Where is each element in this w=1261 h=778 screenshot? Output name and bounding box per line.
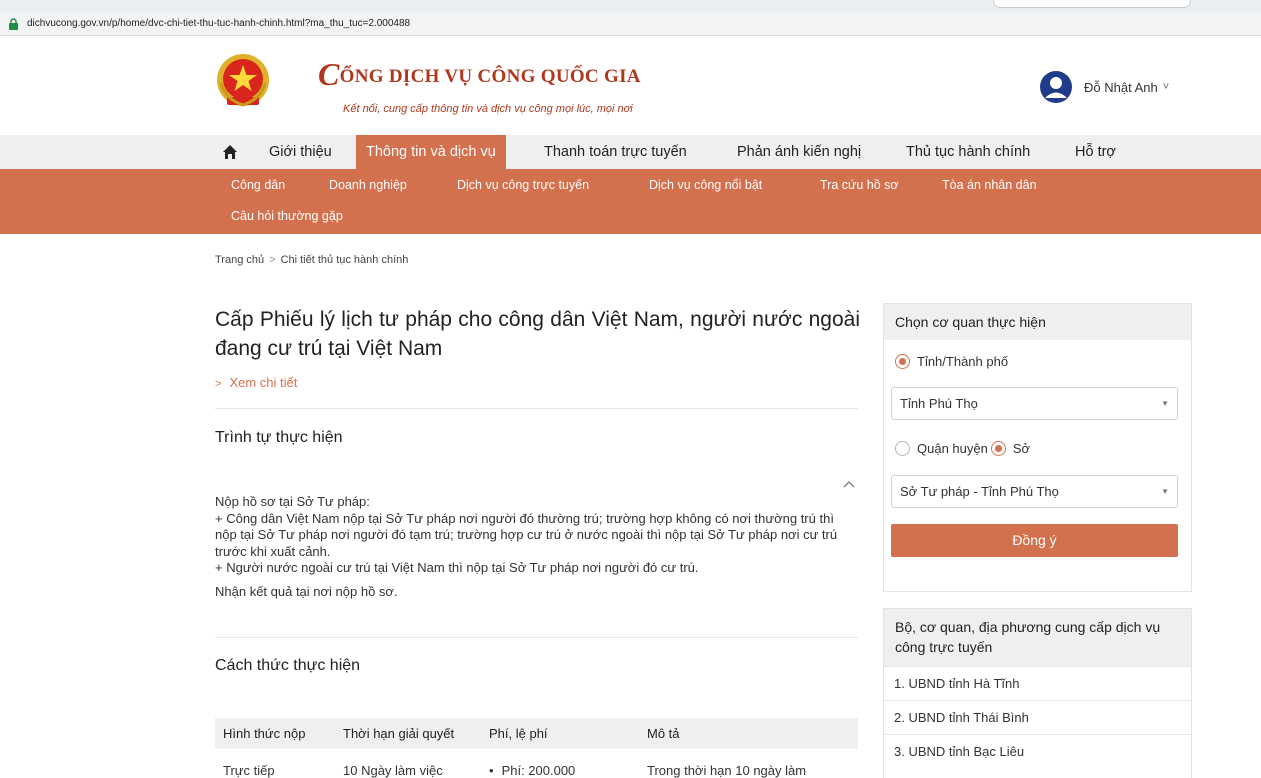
see-detail-label: Xem chi tiết [229, 375, 298, 390]
lock-icon [8, 17, 19, 30]
agency-selector-panel: Chọn cơ quan thực hiện Tỉnh/Thành phố Tỉ… [883, 303, 1192, 592]
steps-content: Nộp hồ sơ tại Sở Tư pháp: + Công dân Việ… [215, 494, 855, 600]
caret-down-icon: ▼ [1161, 399, 1169, 408]
breadcrumb-current: Chi tiết thủ tục hành chính [280, 254, 409, 266]
steps-line: + Người nước ngoài cư trú tại Việt Nam t… [215, 560, 699, 575]
department-select-value: Sở Tư pháp - Tỉnh Phú Thọ [900, 484, 1059, 499]
radio-checked-icon[interactable] [990, 441, 1006, 456]
radio-province[interactable]: Tỉnh/Thành phố [895, 354, 1008, 369]
cell-duration: 10 Ngày làm việc [343, 763, 443, 778]
providers-title: Bộ, cơ quan, địa phương cung cấp dịch vụ… [884, 609, 1191, 666]
address-bar[interactable]: dichvucong.gov.vn/p/home/dvc-chi-tiet-th… [0, 12, 1261, 36]
portal-title-initial: C [318, 56, 340, 92]
providers-panel: Bộ, cơ quan, địa phương cung cấp dịch vụ… [883, 608, 1192, 778]
agree-button[interactable]: Đồng ý [891, 524, 1178, 557]
user-menu[interactable]: Đỗ Nhật Anh ˅ [1040, 71, 1169, 103]
radio-district-label[interactable]: Quận huyện [917, 441, 988, 456]
nav-item-ho-tro[interactable]: Hỗ trợ [1065, 135, 1126, 169]
table-header-row: Hình thức nộp Thời hạn giải quyết Phí, l… [215, 718, 858, 749]
radio-level-group: Quận huyện Sở [895, 441, 1030, 456]
address-url[interactable]: dichvucong.gov.vn/p/home/dvc-chi-tiet-th… [27, 18, 410, 29]
list-item[interactable]: 1. UBND tỉnh Hà Tĩnh [884, 666, 1191, 700]
user-name: Đỗ Nhật Anh [1084, 79, 1158, 95]
table-row: Trực tiếp 10 Ngày làm việc • Phí: 200.000… [215, 749, 858, 778]
radio-unchecked-icon[interactable] [895, 441, 910, 456]
portal-title-text: ỔNG DỊCH VỤ CÔNG QUỐC GIA [339, 66, 641, 87]
site-header: CỔNG DỊCH VỤ CÔNG QUỐC GIA Kết nối, cung… [0, 36, 1261, 133]
cell-fee: • Phí: 200.000 [481, 749, 639, 778]
radio-department-label[interactable]: Sở [1013, 441, 1030, 456]
subnav-item-dvc-truc-tuyen[interactable]: Dịch vụ công trực tuyến [457, 178, 589, 192]
radio-province-label: Tỉnh/Thành phố [917, 354, 1009, 369]
nav-item-phan-anh[interactable]: Phản ánh kiến nghị [727, 135, 871, 169]
cell-form: Trực tiếp [223, 763, 275, 778]
caret-down-icon: ▼ [1161, 487, 1169, 496]
department-select[interactable]: Sở Tư pháp - Tỉnh Phú Thọ ▼ [891, 475, 1178, 508]
avatar-icon [1040, 71, 1072, 103]
nav-item-thu-tuc[interactable]: Thủ tục hành chính [896, 135, 1040, 169]
subnav-item-dvc-noi-bat[interactable]: Dịch vụ công nổi bật [649, 178, 762, 192]
browser-tab-strip [0, 0, 1261, 12]
browser-search-pill[interactable] [993, 0, 1191, 8]
subnav-item-tra-cuu[interactable]: Tra cứu hồ sơ [820, 178, 899, 192]
subnav-item-faq[interactable]: Câu hỏi thường gặp [231, 209, 343, 223]
portal-slogan: Kết nối, cung cấp thông tin và dịch vụ c… [343, 103, 633, 115]
list-item[interactable]: 2. UBND tỉnh Thái Bình [884, 700, 1191, 734]
steps-line: Nộp hồ sơ tại Sở Tư pháp: [215, 494, 370, 509]
section-title-steps: Trình tự thực hiện [215, 429, 343, 446]
steps-line: + Công dân Việt Nam nộp tại Sở Tư pháp n… [215, 510, 838, 559]
breadcrumb: Trang chủ > Chi tiết thủ tục hành chính [215, 254, 408, 266]
nav-item-thong-tin-dich-vu[interactable]: Thông tin và dịch vụ [356, 135, 506, 169]
methods-table: Hình thức nộp Thời hạn giải quyết Phí, l… [215, 718, 858, 778]
bullet-icon: • [489, 763, 494, 778]
column-header: Thời hạn giải quyết [335, 718, 481, 749]
breadcrumb-separator: > [269, 254, 276, 266]
column-header: Hình thức nộp [215, 718, 335, 749]
chevron-right-icon: > [215, 378, 222, 390]
page-title: Cấp Phiếu lý lịch tư pháp cho công dân V… [215, 308, 860, 360]
section-title-methods: Cách thức thực hiện [215, 657, 361, 674]
sub-nav: Công dân Doanh nghiệp Dịch vụ công trực … [0, 169, 1261, 234]
radio-checked-icon[interactable] [895, 354, 910, 369]
chevron-down-icon: ˅ [1162, 81, 1170, 93]
breadcrumb-home[interactable]: Trang chủ [215, 254, 264, 266]
cell-desc: Trong thời hạn 10 ngày làm [647, 763, 807, 778]
subnav-item-cong-dan[interactable]: Công dân [231, 178, 285, 192]
see-detail-link[interactable]: > Xem chi tiết [215, 375, 297, 390]
divider [215, 408, 858, 409]
subnav-item-toa-an[interactable]: Tòa án nhân dân [942, 178, 1037, 192]
province-select[interactable]: Tỉnh Phú Thọ ▼ [891, 387, 1178, 420]
agency-selector-title: Chọn cơ quan thực hiện [884, 304, 1191, 340]
portal-title[interactable]: CỔNG DỊCH VỤ CÔNG QUỐC GIA [318, 53, 641, 92]
province-select-value: Tỉnh Phú Thọ [900, 396, 978, 411]
nav-item-gioi-thieu[interactable]: Giới thiệu [259, 135, 342, 169]
column-header: Mô tả [639, 718, 858, 749]
divider [215, 637, 858, 638]
main-nav: Giới thiệu Thông tin và dịch vụ Thanh to… [0, 135, 1261, 169]
column-header: Phí, lệ phí [481, 718, 639, 749]
chevron-up-icon[interactable] [843, 476, 855, 488]
list-item[interactable]: 3. UBND tỉnh Bạc Liêu [884, 734, 1191, 768]
home-icon[interactable] [222, 144, 238, 160]
cell-fee-text: Phí: 200.000 [501, 763, 576, 778]
subnav-item-doanh-nghiep[interactable]: Doanh nghiệp [329, 178, 407, 192]
national-emblem-logo[interactable] [215, 53, 271, 111]
steps-result: Nhận kết quả tại nơi nộp hồ sơ. [215, 583, 398, 599]
nav-item-thanh-toan[interactable]: Thanh toán trực tuyến [534, 135, 697, 169]
